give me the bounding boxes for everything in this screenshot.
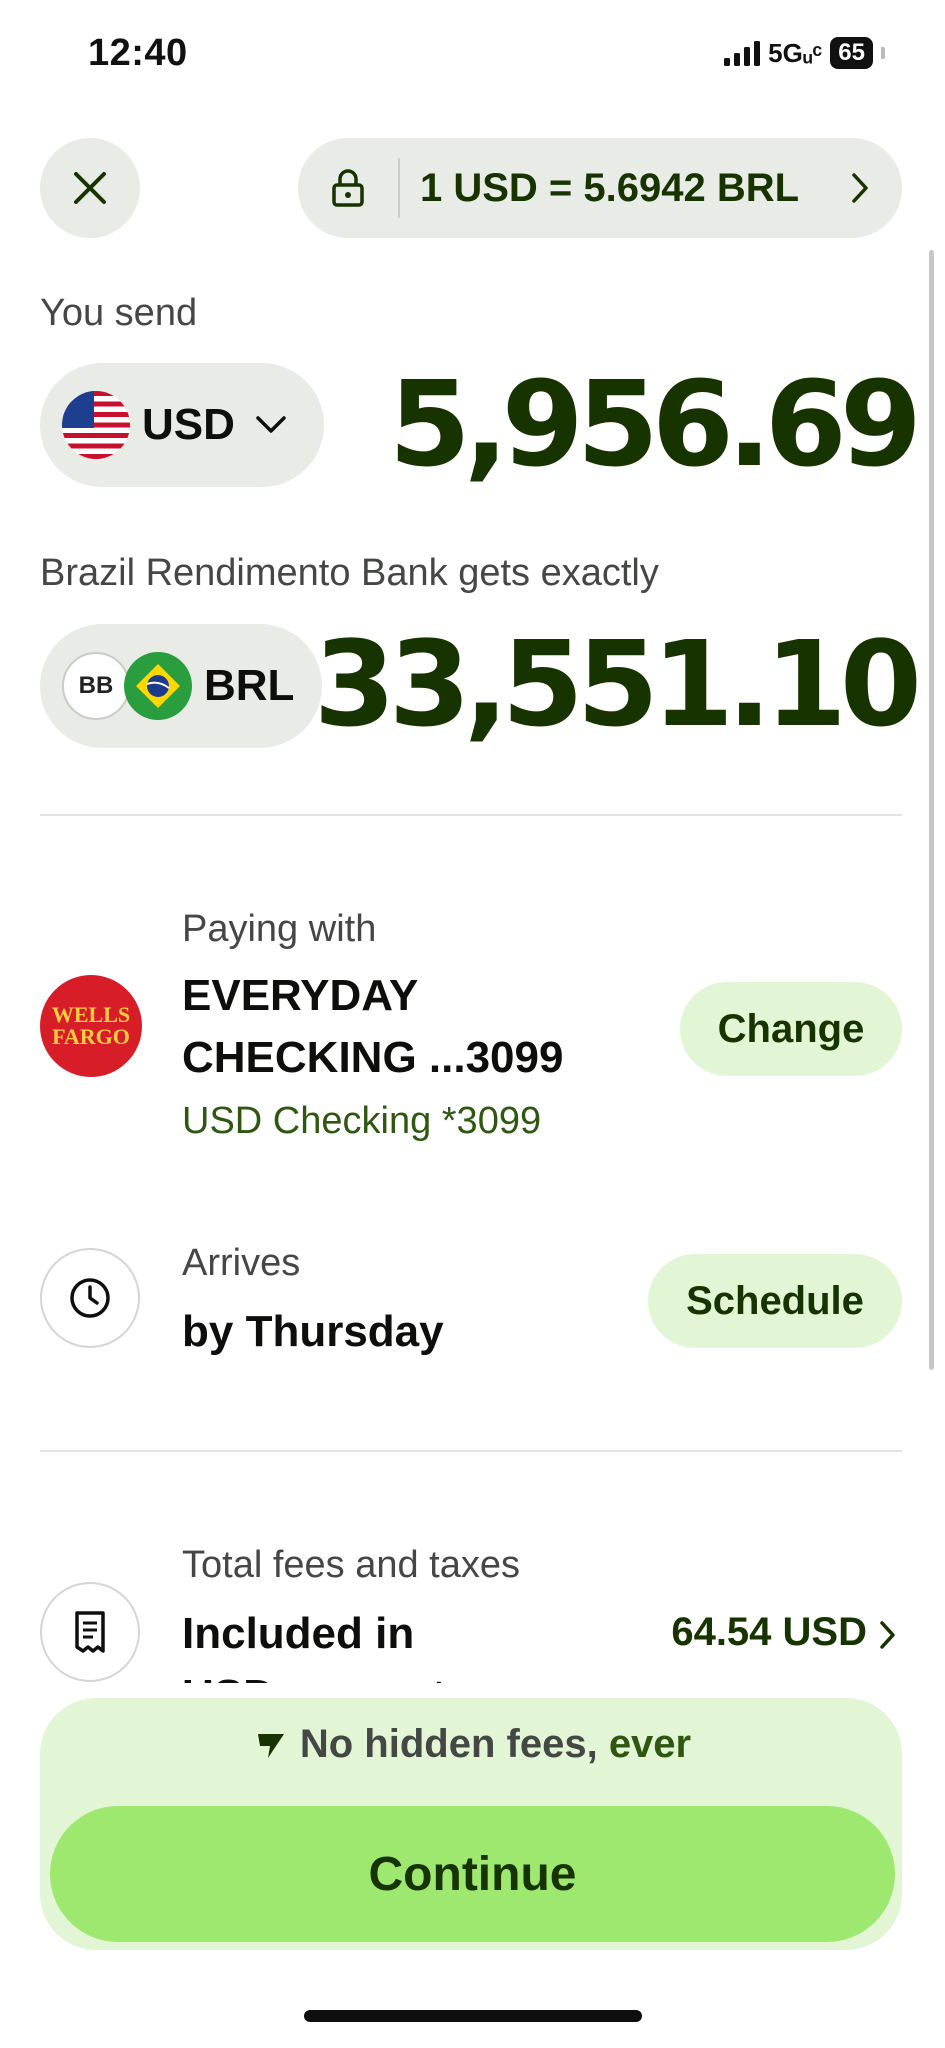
account-name-line2: CHECKING ...3099 [182, 1033, 564, 1082]
status-time: 12:40 [88, 32, 188, 74]
divider [40, 814, 902, 816]
fees-label: Total fees and taxes [182, 1544, 520, 1586]
receive-label: Brazil Rendimento Bank gets exactly [40, 552, 659, 594]
wise-logo-icon [257, 1733, 284, 1758]
status-icons: 5Gᵤᶜ 65 [724, 36, 885, 70]
us-flag-icon [62, 391, 130, 459]
send-label: You send [40, 292, 198, 334]
wells-fargo-logo-line1: WELLS [51, 1002, 131, 1027]
no-hidden-fees-text: No hidden fees, ever [300, 1722, 691, 1767]
receive-currency: BB BRL [40, 624, 322, 748]
fees-value-line2: USD amount [182, 1670, 446, 1683]
account-name-line1: EVERYDAY [182, 971, 419, 1020]
lock-icon [298, 138, 398, 238]
network-label: 5Gᵤᶜ [768, 37, 823, 68]
pill-divider [398, 158, 400, 218]
chevron-right-icon [879, 1620, 897, 1650]
close-icon [74, 172, 106, 204]
continue-button[interactable]: Continue [50, 1806, 895, 1942]
arrives-label: Arrives [182, 1242, 301, 1284]
change-button[interactable]: Change [680, 982, 902, 1076]
schedule-button[interactable]: Schedule [648, 1254, 902, 1348]
no-hidden-fees-green: ever [608, 1722, 692, 1766]
exchange-rate-text: 1 USD = 5.6942 BRL [420, 165, 800, 210]
brazil-flag-icon [124, 652, 192, 720]
exchange-rate-button[interactable]: 1 USD = 5.6942 BRL [298, 138, 902, 238]
no-hidden-fees-black: No hidden fees, [299, 1722, 598, 1766]
send-currency-code: USD [142, 400, 235, 449]
divider [40, 1450, 902, 1452]
receive-currency-code: BRL [204, 661, 295, 710]
battery-icon: 65 [830, 37, 873, 69]
no-hidden-fees-banner: No hidden fees, ever [0, 1722, 945, 1767]
fees-value-line1: Included in [182, 1609, 415, 1658]
arrives-value: by Thursday [182, 1307, 444, 1356]
paying-with-label: Paying with [182, 908, 377, 950]
scrollbar[interactable] [929, 250, 934, 1370]
chevron-down-icon [255, 415, 287, 435]
account-subtitle: USD Checking *3099 [182, 1100, 542, 1142]
send-currency-selector[interactable]: USD [40, 363, 324, 487]
wells-fargo-logo-line2: FARGO [52, 1024, 130, 1049]
signal-icon [724, 40, 761, 66]
battery-tip [881, 47, 885, 59]
clock-icon [40, 1248, 140, 1348]
receipt-icon [40, 1582, 140, 1682]
send-amount-input[interactable]: 5,956.69 [389, 355, 922, 493]
fees-amount: 64.54 USD [671, 1610, 867, 1654]
fees-row[interactable]: Total fees and taxes Included in USD amo… [0, 1500, 945, 1683]
close-button[interactable] [40, 138, 140, 238]
receive-amount-input[interactable]: 33,551.10 [314, 615, 922, 753]
wells-fargo-logo: WELLS FARGO [40, 975, 142, 1077]
chevron-right-icon [850, 171, 870, 205]
bb-bank-icon: BB [62, 652, 130, 720]
home-indicator[interactable] [304, 2010, 642, 2022]
